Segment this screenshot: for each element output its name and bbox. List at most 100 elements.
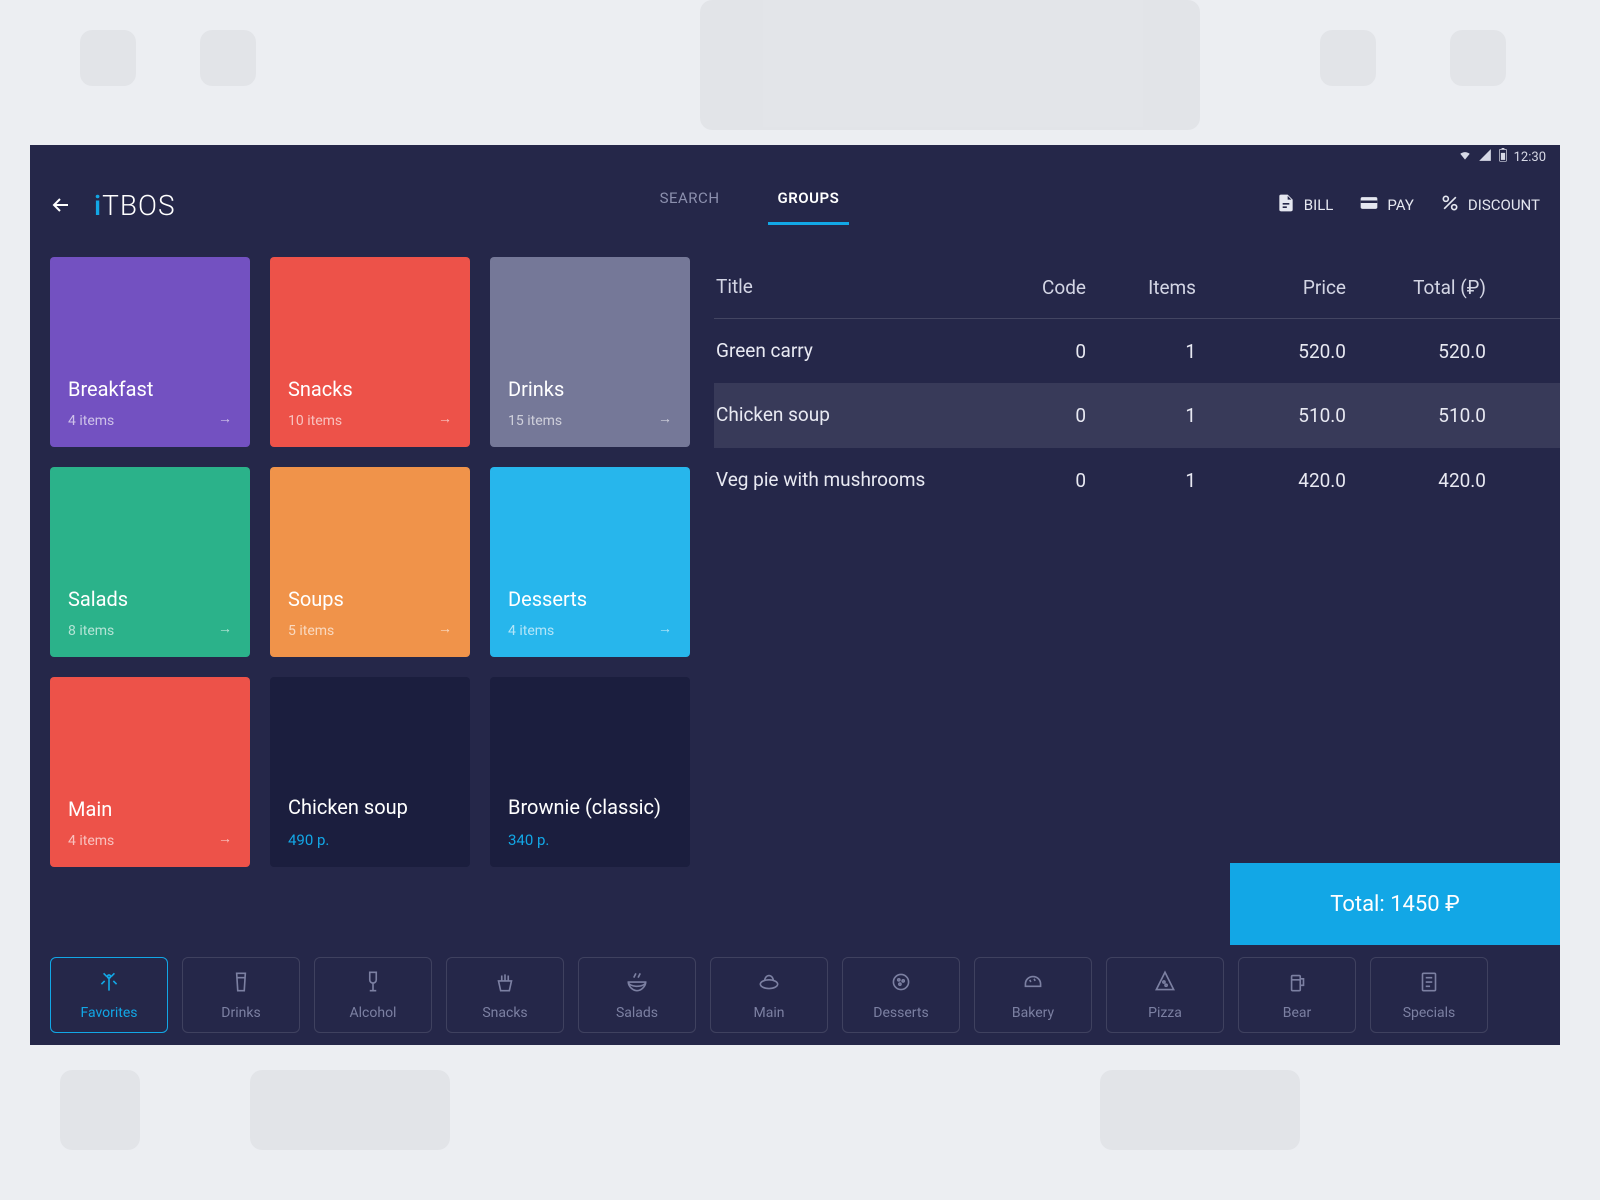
total-box[interactable]: Total: 1450 ₽ (1230, 863, 1560, 945)
category-specials[interactable]: Specials (1370, 957, 1488, 1033)
battery-icon (1498, 148, 1508, 166)
tile-price: 490 p. (288, 831, 452, 849)
bill-button[interactable]: BILL (1276, 193, 1334, 217)
tile-title: Main (68, 797, 232, 821)
tile-main[interactable]: Main4 items→ (50, 677, 250, 867)
discount-button[interactable]: DISCOUNT (1440, 193, 1540, 217)
tile-salads[interactable]: Salads 8 items→ (50, 467, 250, 657)
header-total: Total (₽) (1346, 276, 1486, 299)
tile-title: Salads (68, 587, 232, 611)
category-label: Bear (1283, 1005, 1312, 1021)
order-panel: Title Code Items Price Total (₽) Green c… (714, 257, 1560, 1045)
tile-title: Desserts (508, 587, 672, 611)
cell-total: 510.0 (1346, 404, 1486, 427)
drinks-icon (228, 969, 254, 999)
status-bar: 12:30 (30, 145, 1560, 169)
header-title: Title (716, 275, 976, 300)
arrow-icon: → (438, 410, 452, 427)
category-snacks[interactable]: Snacks (446, 957, 564, 1033)
category-salads[interactable]: Salads (578, 957, 696, 1033)
header: iTBOS SEARCH GROUPS BILL PAY DISCOUNT (30, 169, 1560, 241)
card-icon (1359, 193, 1379, 217)
tile-subtitle: 8 items (68, 623, 232, 639)
cell-code: 0 (976, 404, 1086, 427)
category-favorites[interactable]: Favorites (50, 957, 168, 1033)
cell-price: 520.0 (1196, 340, 1346, 363)
cell-title: Veg pie with mushrooms (716, 468, 976, 493)
arrow-icon: → (218, 410, 232, 427)
category-pizza[interactable]: Pizza (1106, 957, 1224, 1033)
tile-snacks[interactable]: Snacks10 items→ (270, 257, 470, 447)
arrow-icon: → (438, 620, 452, 637)
arrow-icon: → (218, 830, 232, 847)
tile-subtitle: 5 items (288, 623, 452, 639)
tab-groups[interactable]: GROUPS (774, 189, 844, 221)
header-items: Items (1086, 276, 1196, 299)
header-actions: BILL PAY DISCOUNT (1276, 193, 1540, 217)
bill-icon (1276, 193, 1296, 217)
order-row[interactable]: Chicken soup01510.0510.0 (714, 383, 1560, 448)
snacks-icon (492, 969, 518, 999)
brand-prefix: i (94, 189, 102, 222)
arrow-icon: → (218, 620, 232, 637)
category-desserts[interactable]: Desserts (842, 957, 960, 1033)
specials-icon (1416, 969, 1442, 999)
category-label: Desserts (873, 1005, 928, 1021)
percent-icon (1440, 193, 1460, 217)
order-table-header: Title Code Items Price Total (₽) (714, 257, 1560, 319)
cell-code: 0 (976, 340, 1086, 363)
category-drinks[interactable]: Drinks (182, 957, 300, 1033)
category-label: Favorites (80, 1005, 137, 1021)
desserts-icon (888, 969, 914, 999)
header-price: Price (1196, 276, 1346, 299)
pay-label: PAY (1387, 196, 1414, 214)
tile-title: Chicken soup (288, 795, 452, 819)
category-label: Salads (616, 1005, 658, 1021)
cell-price: 510.0 (1196, 404, 1346, 427)
tile-drinks[interactable]: Drinks15 items→ (490, 257, 690, 447)
category-label: Bakery (1012, 1005, 1054, 1021)
alcohol-icon (360, 969, 386, 999)
category-bar: Favorites Drinks AlcoholSnacks Salads Main De… (50, 957, 1560, 1033)
bear-icon (1284, 969, 1310, 999)
category-bakery[interactable]: Bakery (974, 957, 1092, 1033)
pizza-icon (1152, 969, 1178, 999)
tile-brownie-classic-[interactable]: Brownie (classic) 340 p. (490, 677, 690, 867)
category-label: Main (754, 1005, 785, 1021)
content: Breakfast4 items→Snacks10 items→Drinks15… (30, 241, 1560, 1045)
cell-price: 420.0 (1196, 469, 1346, 492)
order-row[interactable]: Veg pie with mushrooms01420.0420.0 (714, 448, 1560, 513)
back-button[interactable] (42, 186, 80, 224)
tab-search[interactable]: SEARCH (656, 189, 724, 221)
tile-soups[interactable]: Soups 5 items→ (270, 467, 470, 657)
app-window: 12:30 iTBOS SEARCH GROUPS BILL PAY DISCO… (30, 145, 1560, 1045)
tile-title: Brownie (classic) (508, 795, 672, 819)
cell-items: 1 (1086, 340, 1196, 363)
order-row[interactable]: Green carry01520.0520.0 (714, 319, 1560, 384)
tile-title: Breakfast (68, 377, 232, 401)
tile-subtitle: 4 items (68, 413, 232, 429)
cell-total: 520.0 (1346, 340, 1486, 363)
category-label: Drinks (221, 1005, 260, 1021)
category-bear[interactable]: Bear (1238, 957, 1356, 1033)
cell-title: Green carry (716, 339, 976, 364)
tile-breakfast[interactable]: Breakfast 4 items→ (50, 257, 250, 447)
arrow-icon: → (658, 410, 672, 427)
salads-icon (624, 969, 650, 999)
category-main[interactable]: Main (710, 957, 828, 1033)
bakery-icon (1020, 969, 1046, 999)
tile-desserts[interactable]: Desserts4 items→ (490, 467, 690, 657)
tile-subtitle: 15 items (508, 413, 672, 429)
brand-logo: iTBOS (94, 189, 176, 222)
discount-label: DISCOUNT (1468, 196, 1540, 214)
tile-price: 340 p. (508, 831, 672, 849)
tile-subtitle: 10 items (288, 413, 452, 429)
tile-title: Soups (288, 587, 452, 611)
category-alcohol[interactable]: Alcohol (314, 957, 432, 1033)
header-tabs: SEARCH GROUPS (656, 189, 844, 221)
pay-button[interactable]: PAY (1359, 193, 1414, 217)
favorites-icon (96, 969, 122, 999)
brand-main: TBOS (102, 189, 175, 222)
signal-icon (1478, 148, 1492, 166)
tile-chicken-soup[interactable]: Chicken soup 490 p. (270, 677, 470, 867)
